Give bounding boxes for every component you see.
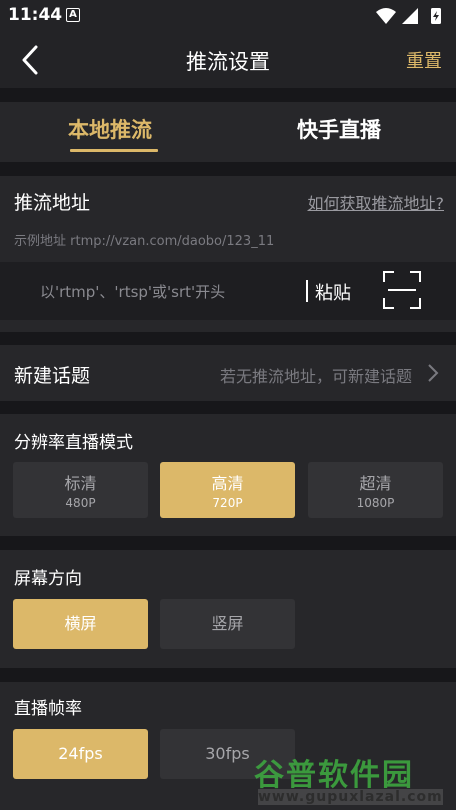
input-divider bbox=[306, 280, 308, 302]
push-url-input[interactable]: 以'rtmp'、'rtsp'或'srt'开头 粘贴 bbox=[0, 262, 456, 320]
watermark-title: 谷普软件园 bbox=[254, 758, 414, 793]
resolution-option-sub: 480P bbox=[65, 496, 96, 510]
orientation-title: 屏幕方向 bbox=[14, 569, 82, 589]
tab-active-indicator bbox=[70, 149, 158, 152]
title-bar: 推流设置 重置 bbox=[0, 33, 456, 88]
push-address-title: 推流地址 bbox=[14, 192, 91, 214]
resolution-option-label: 标清 bbox=[64, 474, 97, 493]
resolution-title: 分辨率直播模式 bbox=[14, 433, 133, 453]
watermark-url: www.gupuxlazal.com bbox=[258, 789, 443, 805]
wifi-icon bbox=[376, 8, 396, 24]
resolution-option-label: 高清 bbox=[211, 474, 244, 493]
resolution-section: 分辨率直播模式 标清 480P 高清 720P 超清 1080P bbox=[0, 414, 456, 536]
system-icons bbox=[376, 8, 441, 24]
frame-rate-title: 直播帧率 bbox=[14, 699, 82, 719]
frame-rate-option-label: 24fps bbox=[58, 744, 103, 763]
notification-icon: A bbox=[66, 8, 80, 22]
orientation-option-label: 竖屏 bbox=[211, 614, 244, 633]
tab-kuaishou-live[interactable]: 快手直播 bbox=[297, 114, 381, 144]
tab-local-push[interactable]: 本地推流 bbox=[68, 114, 152, 144]
watermark-logo: 谷普软件园 www.gupuxlazal.com bbox=[246, 748, 456, 810]
status-time: 11:44 bbox=[8, 5, 63, 25]
status-bar: 11:44 A bbox=[0, 0, 456, 33]
chevron-right-icon bbox=[428, 364, 439, 382]
push-url-placeholder: 以'rtmp'、'rtsp'或'srt'开头 bbox=[40, 283, 226, 301]
new-topic-hint: 若无推流地址，可新建话题 bbox=[219, 367, 412, 386]
signal-icon bbox=[402, 8, 418, 24]
page-title: 推流设置 bbox=[186, 50, 270, 74]
frame-rate-option-24[interactable]: 24fps bbox=[13, 729, 148, 779]
push-address-section: 推流地址 如何获取推流地址? 示例地址 rtmp://vzan.com/daob… bbox=[0, 176, 456, 332]
resolution-option-hd[interactable]: 高清 720P bbox=[160, 462, 295, 518]
orientation-option-label: 横屏 bbox=[64, 614, 97, 633]
reset-button[interactable]: 重置 bbox=[406, 47, 442, 73]
orientation-option-portrait[interactable]: 竖屏 bbox=[160, 599, 295, 649]
tab-bar: 本地推流 快手直播 bbox=[0, 102, 456, 162]
help-link[interactable]: 如何获取推流地址? bbox=[308, 190, 445, 214]
orientation-section: 屏幕方向 横屏 竖屏 bbox=[0, 550, 456, 668]
scan-icon[interactable] bbox=[382, 270, 422, 310]
example-address: 示例地址 rtmp://vzan.com/daobo/123_11 bbox=[14, 234, 275, 249]
resolution-option-sd[interactable]: 标清 480P bbox=[13, 462, 148, 518]
paste-button[interactable]: 粘贴 bbox=[315, 279, 351, 305]
new-topic-row[interactable]: 新建话题 若无推流地址，可新建话题 bbox=[0, 345, 456, 401]
resolution-option-uhd[interactable]: 超清 1080P bbox=[308, 462, 443, 518]
new-topic-label: 新建话题 bbox=[14, 365, 91, 387]
orientation-option-landscape[interactable]: 横屏 bbox=[13, 599, 148, 649]
resolution-option-sub: 720P bbox=[212, 496, 243, 510]
resolution-option-label: 超清 bbox=[359, 474, 392, 493]
resolution-option-sub: 1080P bbox=[356, 496, 395, 510]
